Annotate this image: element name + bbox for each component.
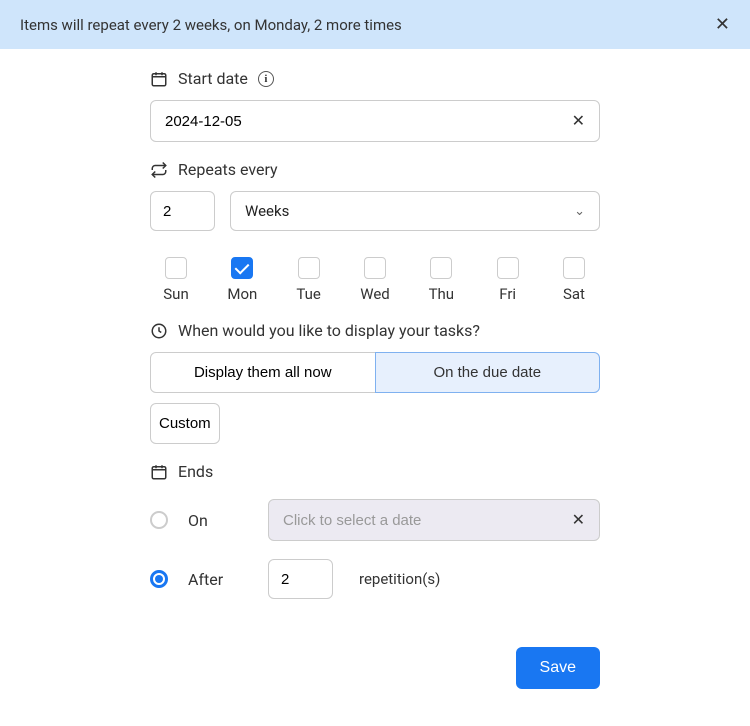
repeat-icon xyxy=(150,161,168,179)
day-sat-checkbox[interactable] xyxy=(563,257,585,279)
repeat-unit-value: Weeks xyxy=(245,202,289,220)
clock-icon xyxy=(150,322,168,340)
ends-label-text: Ends xyxy=(178,462,213,481)
ends-on-date-field[interactable] xyxy=(283,512,572,529)
clear-ends-date-button[interactable]: ✕ xyxy=(572,510,585,530)
day-wed-label: Wed xyxy=(360,285,390,303)
repeats-label-text: Repeats every xyxy=(178,160,278,179)
display-label-text: When would you like to display your task… xyxy=(178,321,480,340)
day-wed-checkbox[interactable] xyxy=(364,257,386,279)
repeat-unit-select[interactable]: Weeks ⌄ xyxy=(230,191,600,231)
day-fri-label: Fri xyxy=(499,285,516,303)
repeat-interval-field[interactable] xyxy=(163,203,202,220)
repetitions-label: repetition(s) xyxy=(359,570,440,588)
banner-close-button[interactable]: ✕ xyxy=(715,14,730,35)
day-mon-checkbox[interactable] xyxy=(231,257,253,279)
chevron-down-icon: ⌄ xyxy=(574,204,585,219)
info-icon[interactable]: i xyxy=(258,71,274,87)
save-button[interactable]: Save xyxy=(516,647,600,689)
day-sat[interactable]: Sat xyxy=(552,257,596,303)
day-thu-checkbox[interactable] xyxy=(430,257,452,279)
clear-start-date-button[interactable]: ✕ xyxy=(572,111,585,131)
day-fri-checkbox[interactable] xyxy=(497,257,519,279)
repeats-label: Repeats every xyxy=(150,160,600,179)
info-banner: Items will repeat every 2 weeks, on Mond… xyxy=(0,0,750,49)
calendar-icon xyxy=(150,70,168,88)
recurrence-form: Start date i ✕ Repeats every Weeks ⌄ Sun… xyxy=(150,69,600,709)
ends-after-count-input[interactable] xyxy=(268,559,333,599)
ends-on-date-input[interactable]: ✕ xyxy=(268,499,600,541)
day-sun[interactable]: Sun xyxy=(154,257,198,303)
banner-text: Items will repeat every 2 weeks, on Mond… xyxy=(20,16,402,34)
start-date-label: Start date i xyxy=(150,69,600,88)
ends-on-label: On xyxy=(188,511,248,530)
day-mon[interactable]: Mon xyxy=(220,257,264,303)
display-all-now-button[interactable]: Display them all now xyxy=(150,352,376,393)
ends-after-label: After xyxy=(188,570,248,589)
day-thu[interactable]: Thu xyxy=(419,257,463,303)
ends-after-count-field[interactable] xyxy=(281,571,320,588)
weekday-selector: Sun Mon Tue Wed Thu Fri Sat xyxy=(150,257,600,303)
day-sun-checkbox[interactable] xyxy=(165,257,187,279)
start-date-input[interactable]: ✕ xyxy=(150,100,600,142)
day-tue-label: Tue xyxy=(296,285,320,303)
display-custom-button[interactable]: Custom xyxy=(150,403,220,444)
day-sun-label: Sun xyxy=(163,285,188,303)
day-tue-checkbox[interactable] xyxy=(298,257,320,279)
ends-label: Ends xyxy=(150,462,600,481)
start-date-label-text: Start date xyxy=(178,69,248,88)
display-on-due-date-button[interactable]: On the due date xyxy=(375,352,601,393)
day-mon-label: Mon xyxy=(227,285,257,303)
ends-after-radio[interactable] xyxy=(150,570,168,588)
day-thu-label: Thu xyxy=(429,285,454,303)
day-fri[interactable]: Fri xyxy=(486,257,530,303)
day-tue[interactable]: Tue xyxy=(287,257,331,303)
calendar-icon xyxy=(150,463,168,481)
ends-on-radio[interactable] xyxy=(150,511,168,529)
day-wed[interactable]: Wed xyxy=(353,257,397,303)
display-label: When would you like to display your task… xyxy=(150,321,600,340)
repeat-interval-input[interactable] xyxy=(150,191,215,231)
day-sat-label: Sat xyxy=(563,285,585,303)
start-date-field[interactable] xyxy=(165,113,572,130)
